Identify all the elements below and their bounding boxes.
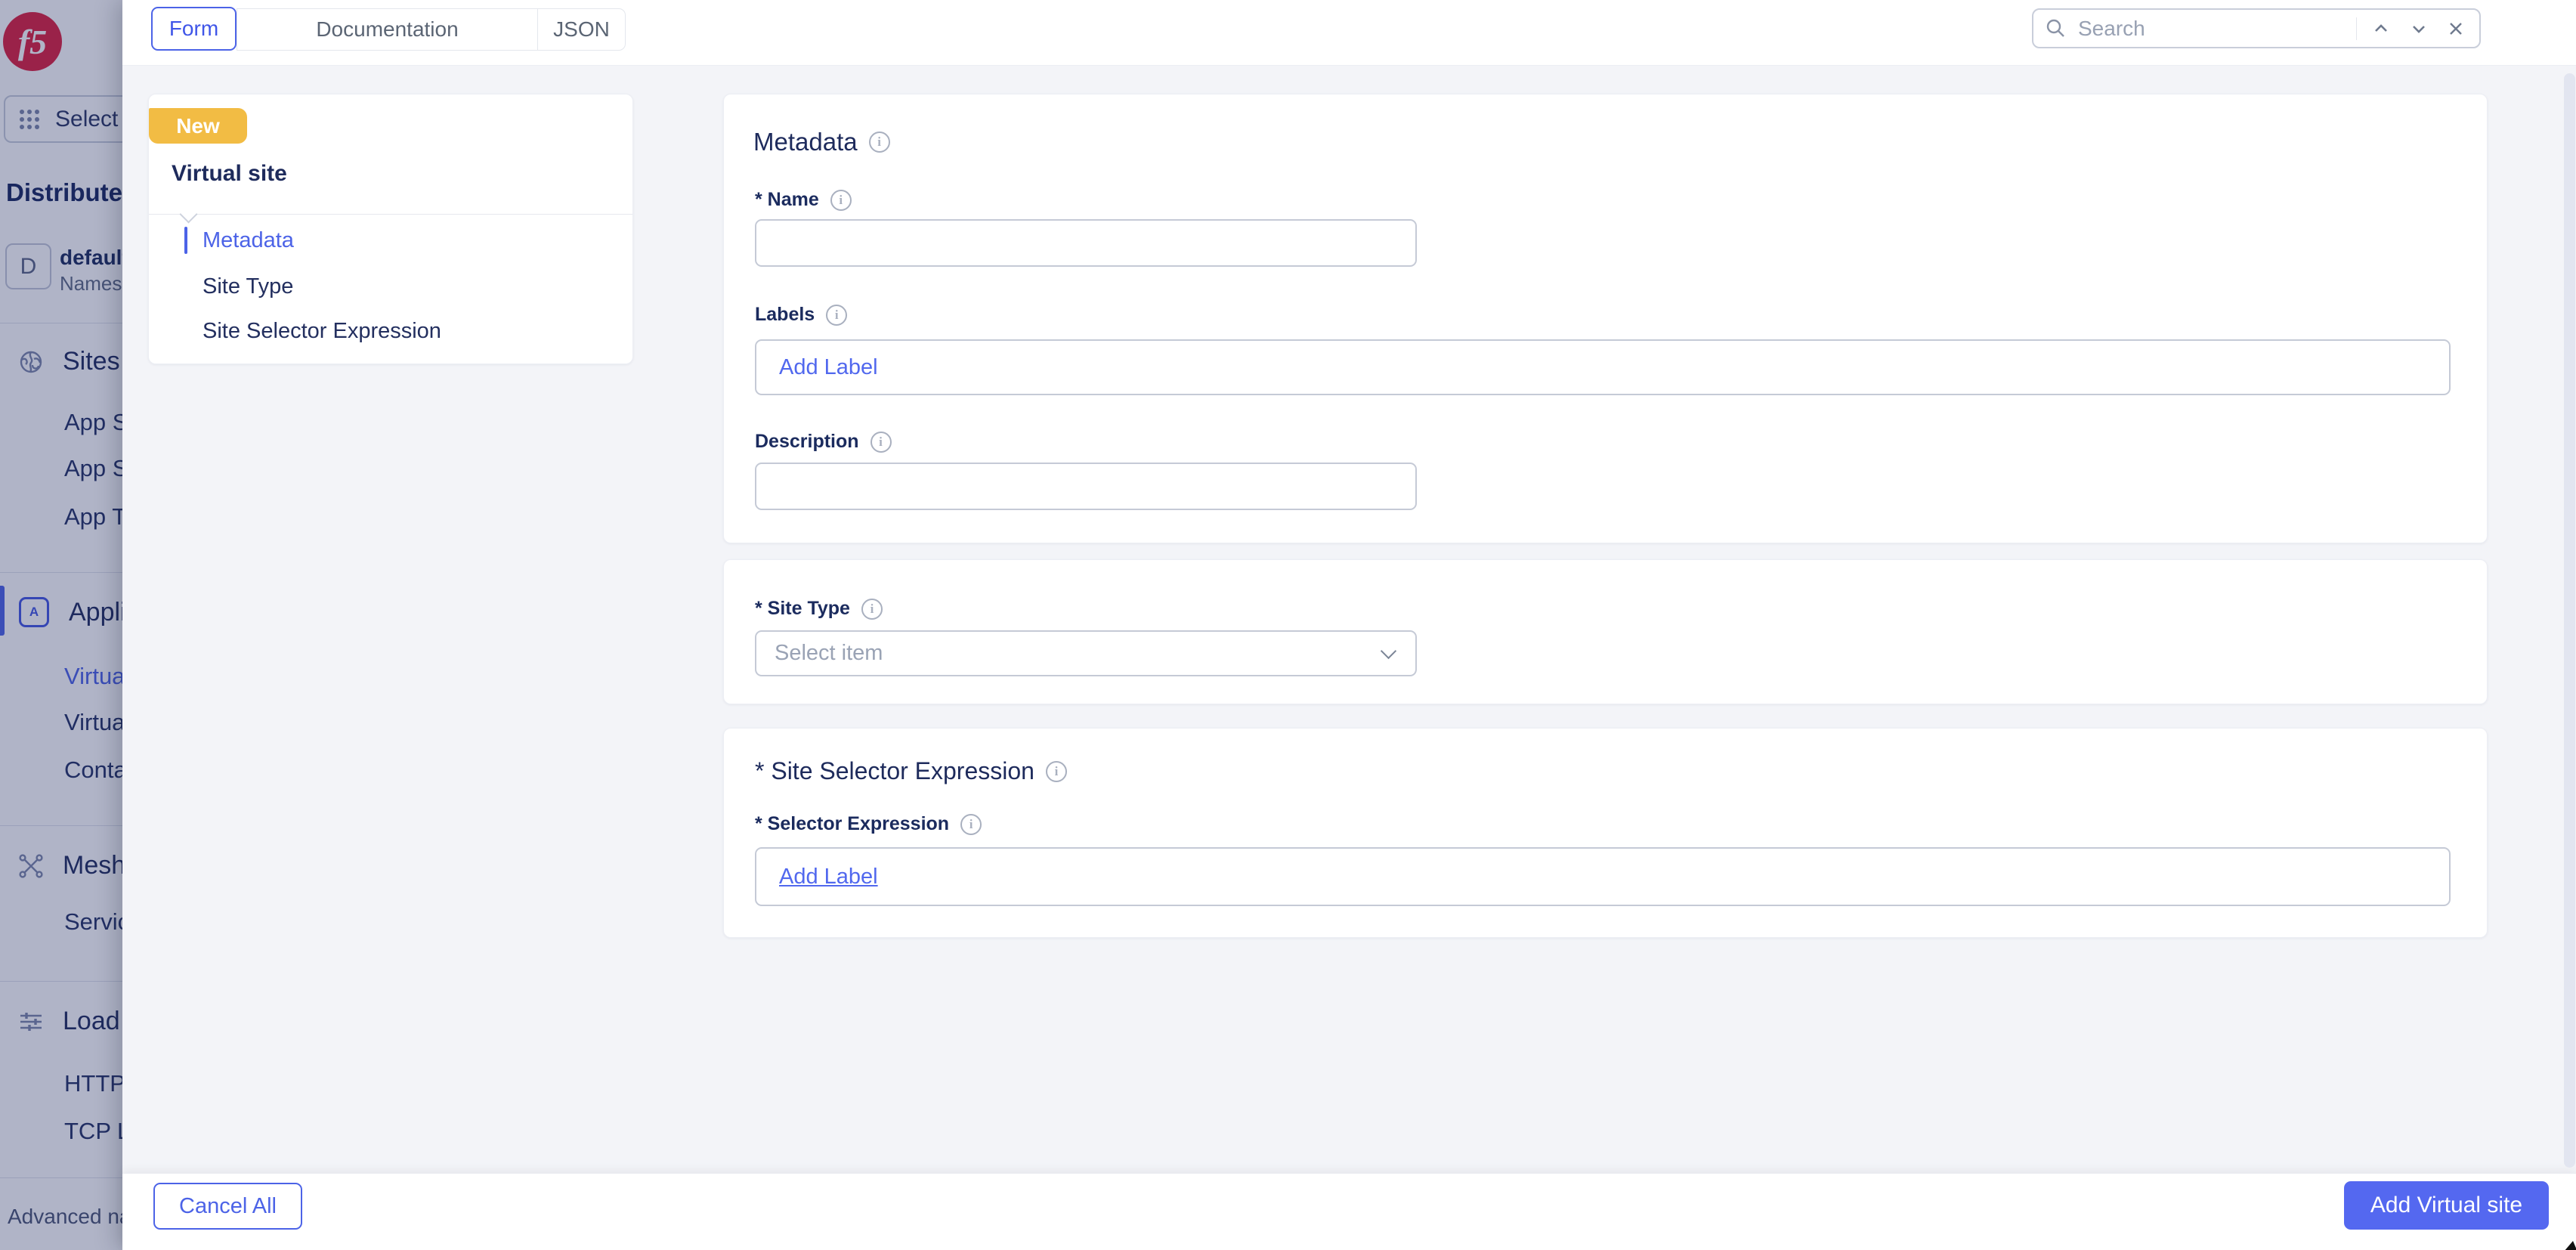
name-label-row: * Name <box>755 189 852 211</box>
panel-footer: Cancel All Add Virtual site <box>122 1173 2576 1250</box>
search-box <box>2032 8 2481 48</box>
info-icon[interactable] <box>871 432 892 453</box>
chevron-up-icon <box>2372 20 2390 38</box>
wizard-nav-card: New Virtual site Metadata Site Type Site… <box>148 94 633 364</box>
new-badge: New <box>149 108 247 144</box>
field-label: * Selector Expression <box>755 813 949 835</box>
selector-expression-label-row: * Selector Expression <box>755 813 982 835</box>
virtual-site-panel: Form Documentation JSON <box>122 0 2576 1250</box>
site-selector-section-card: * Site Selector Expression * Selector Ex… <box>723 728 2488 938</box>
chevron-down-icon <box>2410 20 2428 38</box>
scrollbar-thumb[interactable] <box>2564 73 2575 1168</box>
metadata-section-card: Metadata * Name Labels Add Label Descrip… <box>723 94 2488 543</box>
field-label: * Site Type <box>755 598 850 620</box>
modal-dim-overlay <box>0 0 122 1250</box>
tab-json[interactable]: JSON <box>537 9 625 50</box>
search-input[interactable] <box>2077 16 2346 42</box>
search-next-button[interactable] <box>2405 20 2432 38</box>
field-label: * Name <box>755 189 819 211</box>
page-title: Virtual site <box>172 161 287 187</box>
sidebar: f5 Select Distribute D default Namespace… <box>0 0 122 1250</box>
add-label-button[interactable]: Add Label <box>779 355 878 380</box>
labels-label-row: Labels <box>755 304 847 326</box>
field-label: Labels <box>755 304 815 326</box>
tab-form[interactable]: Form <box>151 7 237 51</box>
select-placeholder: Select item <box>775 641 883 666</box>
tab-documentation[interactable]: Documentation <box>237 9 537 50</box>
site-type-select[interactable]: Select item <box>755 630 1417 676</box>
mouse-cursor <box>2562 1239 2576 1250</box>
step-metadata[interactable]: Metadata <box>149 221 632 260</box>
site-type-section-card: * Site Type Select item <box>723 559 2488 704</box>
cancel-all-button[interactable]: Cancel All <box>153 1183 302 1230</box>
selector-expression-box: Add Label <box>755 847 2451 906</box>
wizard-divider <box>149 214 632 215</box>
chevron-down-icon <box>1381 643 1396 659</box>
search-divider <box>2356 17 2357 40</box>
app-root: f5 Select Distribute D default Namespace… <box>0 0 2576 1250</box>
info-icon[interactable] <box>1046 761 1067 782</box>
close-icon <box>2448 20 2464 37</box>
step-label: Site Selector Expression <box>203 319 441 344</box>
site-selector-heading-row: * Site Selector Expression <box>755 757 1067 785</box>
add-label-button[interactable]: Add Label <box>779 865 878 890</box>
info-icon[interactable] <box>869 131 890 153</box>
step-site-type[interactable]: Site Type <box>149 267 632 306</box>
search-close-button[interactable] <box>2443 20 2469 37</box>
section-heading: * Site Selector Expression <box>755 757 1034 785</box>
step-label: Site Type <box>203 274 293 299</box>
active-step-indicator <box>184 227 187 254</box>
info-icon[interactable] <box>960 814 982 835</box>
description-label-row: Description <box>755 431 892 453</box>
add-virtual-site-button[interactable]: Add Virtual site <box>2344 1181 2549 1230</box>
labels-box: Add Label <box>755 339 2451 395</box>
metadata-heading-row: Metadata <box>753 128 890 156</box>
step-site-selector-expression[interactable]: Site Selector Expression <box>149 311 632 351</box>
section-heading: Metadata <box>753 128 858 156</box>
step-label: Metadata <box>203 228 294 253</box>
search-prev-button[interactable] <box>2367 20 2395 38</box>
info-icon[interactable] <box>861 599 883 620</box>
new-badge-label: New <box>176 114 220 138</box>
name-input[interactable] <box>755 219 1417 267</box>
description-input[interactable] <box>755 463 1417 510</box>
info-icon[interactable] <box>826 305 847 326</box>
info-icon[interactable] <box>830 190 852 211</box>
panel-topbar: Form Documentation JSON <box>122 0 2576 66</box>
tab-group: Documentation JSON <box>237 8 626 51</box>
search-icon <box>2046 18 2066 39</box>
field-label: Description <box>755 431 859 453</box>
site-type-label-row: * Site Type <box>755 598 883 620</box>
